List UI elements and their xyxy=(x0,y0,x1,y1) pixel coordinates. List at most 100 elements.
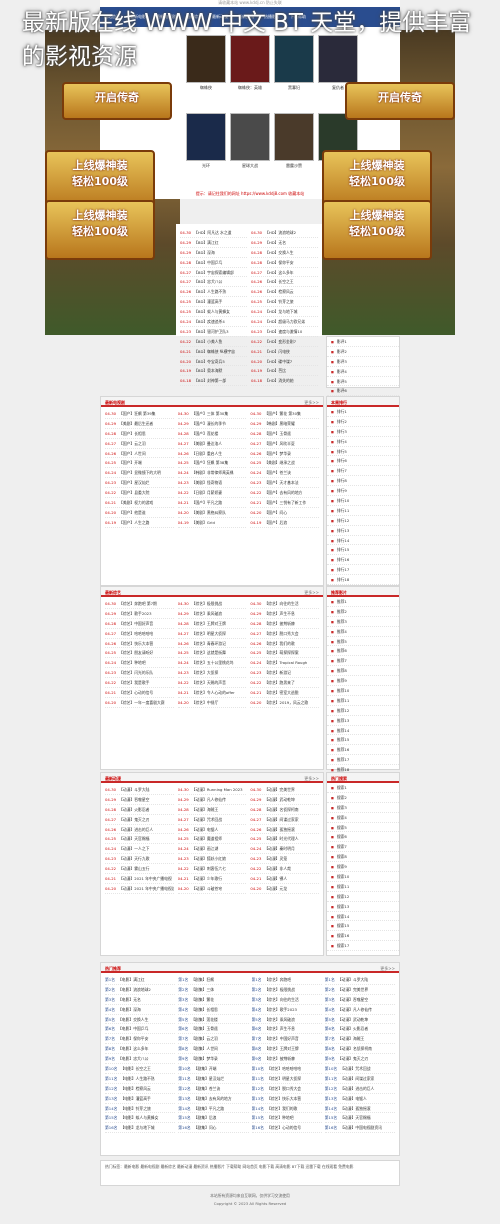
list-item[interactable]: 04-20 【综艺】中餐厅 xyxy=(177,698,247,708)
list-item[interactable]: 04-20 【综艺】一年一度喜剧大赛 xyxy=(105,698,174,708)
item-title[interactable]: 【动漫】凡人修仙传 xyxy=(338,1007,372,1012)
list-item[interactable]: 第12名 【剧集】苍兰诀 xyxy=(178,1084,249,1094)
list-item[interactable]: 04-27 【BD】宇宙探索编辑部 xyxy=(180,268,247,278)
list-item[interactable]: 04-29 【BD】满江红 xyxy=(180,238,247,248)
item-title[interactable]: 【剧集】问心 xyxy=(194,1125,217,1130)
list-item[interactable]: 04-26 【日剧】重启人生 xyxy=(177,449,247,459)
list-item[interactable]: 04-26 【综艺】青春环游记 xyxy=(177,639,247,649)
item-title[interactable]: 【动漫】完美世界 xyxy=(264,787,294,792)
side-item[interactable]: 推荐10 xyxy=(327,686,399,696)
list-item[interactable]: 04-24 【动漫】一人之下 xyxy=(105,844,174,855)
side-item[interactable]: 影评2 xyxy=(327,347,399,357)
list-item[interactable]: 04-23 【HD】速度与激情10 xyxy=(251,327,318,337)
list-item[interactable]: 第1名 【电影】满江红 xyxy=(105,975,176,985)
list-item[interactable]: 04-30 【国产】三体 第30集 xyxy=(177,409,247,419)
item-title[interactable]: 【HD】铃芽之旅 xyxy=(265,299,294,304)
list-item[interactable]: 04-21 【综艺】密室大逃脱 xyxy=(250,688,319,698)
item-title[interactable]: 【动漫】狐妖小红娘 xyxy=(192,856,226,861)
list-item[interactable]: 04-28 【综艺】披荆斩棘 xyxy=(250,619,319,629)
item-title[interactable]: 【动漫】魔道祖师 xyxy=(192,836,222,841)
list-item[interactable]: 第3名 【综艺】向往的生活 xyxy=(251,995,322,1005)
item-title[interactable]: 【国产】三体 第30集 xyxy=(192,411,228,416)
list-item[interactable]: 04-22 【BD】小美人鱼 xyxy=(180,337,247,347)
list-item[interactable]: 第16名 【电影】龙与地下城 xyxy=(105,1123,176,1134)
list-item[interactable]: 04-28 【国产】莲花楼 xyxy=(177,429,247,439)
item-title[interactable]: 【剧集】繁花 xyxy=(191,997,214,1002)
list-item[interactable]: 04-19 【美剧】Grid xyxy=(177,518,247,528)
side-item[interactable]: 推荐1 xyxy=(327,597,399,607)
item-title[interactable]: 【动漫】2021 年中央广播电视 xyxy=(119,876,172,881)
item-title[interactable]: 【综艺】我们的歌 xyxy=(267,1106,297,1111)
list-item[interactable]: 04-28 【国产】长相思 xyxy=(105,429,174,439)
item-title[interactable]: 【动漫】咒术回战 xyxy=(340,1066,370,1071)
side-item[interactable]: 搜索6 xyxy=(327,832,399,843)
item-title[interactable]: 【电影】满江红 xyxy=(118,977,145,982)
item-title[interactable]: 【美剧】继承之战 xyxy=(264,460,294,465)
list-item[interactable]: 04-25 【综艺】萌探探探案 xyxy=(250,648,319,659)
side-item[interactable]: 搜索14 xyxy=(327,912,399,922)
item-title[interactable]: 【BD】忠犬八公 xyxy=(194,279,222,284)
item-title[interactable]: 【HD】交换人生 xyxy=(265,250,294,255)
list-item[interactable]: 04-28 【综艺】中国好声音 xyxy=(105,619,174,629)
item-title[interactable]: 【剧集】开端 xyxy=(194,1066,217,1071)
list-item[interactable]: 04-18 【HD】消失的她 xyxy=(251,376,318,387)
item-title[interactable]: 【动漫】间谍过家家 xyxy=(340,1076,374,1081)
list-item[interactable]: 第13名 【剧集】去有风的地方 xyxy=(178,1094,249,1104)
item-title[interactable]: 【BD】封神第一部 xyxy=(194,378,226,383)
list-item[interactable]: 04-28 【国产】玉骨遥 xyxy=(250,429,319,439)
item-title[interactable]: 【HD】变形金刚7 xyxy=(265,339,296,344)
list-item[interactable]: 04-25 【综艺】朋友请听好 xyxy=(105,648,174,659)
list-item[interactable]: 第15名 【剧集】后浪 xyxy=(178,1113,249,1124)
item-title[interactable]: 【综艺】明星大侦探 xyxy=(267,1076,301,1081)
list-item[interactable]: 04-29 【HD】无名 xyxy=(251,238,318,248)
item-title[interactable]: 【剧集】去有风的地方 xyxy=(194,1096,232,1101)
item-title[interactable]: 【剧集】梦华录 xyxy=(191,1056,218,1061)
item-title[interactable]: 【动漫】少年歌行 xyxy=(192,876,222,881)
item-title[interactable]: 【动漫】镖人 xyxy=(264,876,287,881)
item-title[interactable]: 【动漫】完美世界 xyxy=(338,987,368,992)
item-title[interactable]: 【HD】无名 xyxy=(265,240,286,245)
list-item[interactable]: 第5名 【综艺】乘风破浪 xyxy=(251,1015,322,1025)
movie-title[interactable]: 雷霆沙赞 xyxy=(274,163,314,169)
list-item[interactable]: 04-30 【综艺】极限挑战 xyxy=(177,599,247,609)
side-item[interactable]: 搜索1 xyxy=(327,783,399,793)
side-item[interactable]: 推荐17 xyxy=(327,755,399,766)
list-item[interactable]: 04-26 【HD】检察风云 xyxy=(251,287,318,298)
side-item[interactable]: 搜索11 xyxy=(327,882,399,892)
list-item[interactable]: 第10名 【动漫】咒术回战 xyxy=(324,1064,395,1074)
list-item[interactable]: 第4名 【动漫】凡人修仙传 xyxy=(324,1005,395,1015)
side-item[interactable]: 推荐13 xyxy=(327,716,399,726)
item-title[interactable]: 【国产】风吹半夏 xyxy=(264,441,294,446)
list-item[interactable]: 04-26 【动漫】进击的巨人 xyxy=(105,825,174,835)
item-title[interactable]: 【综艺】五十公里桃花坞 xyxy=(192,660,234,665)
movie-card[interactable]: 星球大战 xyxy=(230,113,270,183)
list-item[interactable]: 04-25 【国产】开端 xyxy=(105,458,174,469)
item-title[interactable]: 【综艺】中餐厅 xyxy=(192,700,219,705)
side-item[interactable]: 排行17 xyxy=(327,565,399,576)
item-title[interactable]: 【美剧】最后生还者 xyxy=(119,421,153,426)
list-item[interactable]: 04-25 【HD】铃芽之旅 xyxy=(251,297,318,308)
side-item[interactable]: 搜索5 xyxy=(327,823,399,833)
list-item[interactable]: 04-22 【国产】去有风的地方 xyxy=(250,488,319,499)
list-item[interactable]: 04-22 【国产】县委大院 xyxy=(105,488,174,499)
list-item[interactable]: 04-26 【动漫】孤独摇滚 xyxy=(250,825,319,835)
list-item[interactable]: 第9名 【剧集】梦华录 xyxy=(178,1054,249,1065)
list-item[interactable]: 04-21 【综艺】令人心动的offer xyxy=(177,688,247,698)
list-item[interactable]: 04-20 【动漫】斗破苍穹 xyxy=(177,884,247,894)
item-title[interactable]: 【综艺】极限挑战 xyxy=(192,601,222,606)
item-title[interactable]: 【剧集】三体 xyxy=(191,987,214,992)
movie-title[interactable]: 星球大战 xyxy=(230,163,270,169)
list-item[interactable]: 04-26 【动漫】电锯人 xyxy=(177,825,247,835)
side-item[interactable]: 排行6 xyxy=(327,456,399,467)
item-title[interactable]: 【综艺】种地吧 xyxy=(119,660,146,665)
list-item[interactable]: 第6名 【综艺】声生不息 xyxy=(251,1024,322,1035)
side-item[interactable]: 排行15 xyxy=(327,545,399,556)
item-title[interactable]: 【综艺】密室大逃脱 xyxy=(264,690,298,695)
list-item[interactable]: 04-27 【BD】忠犬八公 xyxy=(180,277,247,288)
list-item[interactable]: 第10名 【综艺】哈哈哈哈哈 xyxy=(251,1064,322,1074)
side-item[interactable]: 排行11 xyxy=(327,506,399,516)
list-item[interactable]: 第16名 【动漫】中国电视剧资讯 xyxy=(324,1123,395,1134)
movie-poster[interactable] xyxy=(274,113,314,161)
item-title[interactable]: 【HD】闪电侠 xyxy=(265,349,290,354)
item-title[interactable]: 【综艺】一年一度喜剧大赛 xyxy=(119,700,165,705)
